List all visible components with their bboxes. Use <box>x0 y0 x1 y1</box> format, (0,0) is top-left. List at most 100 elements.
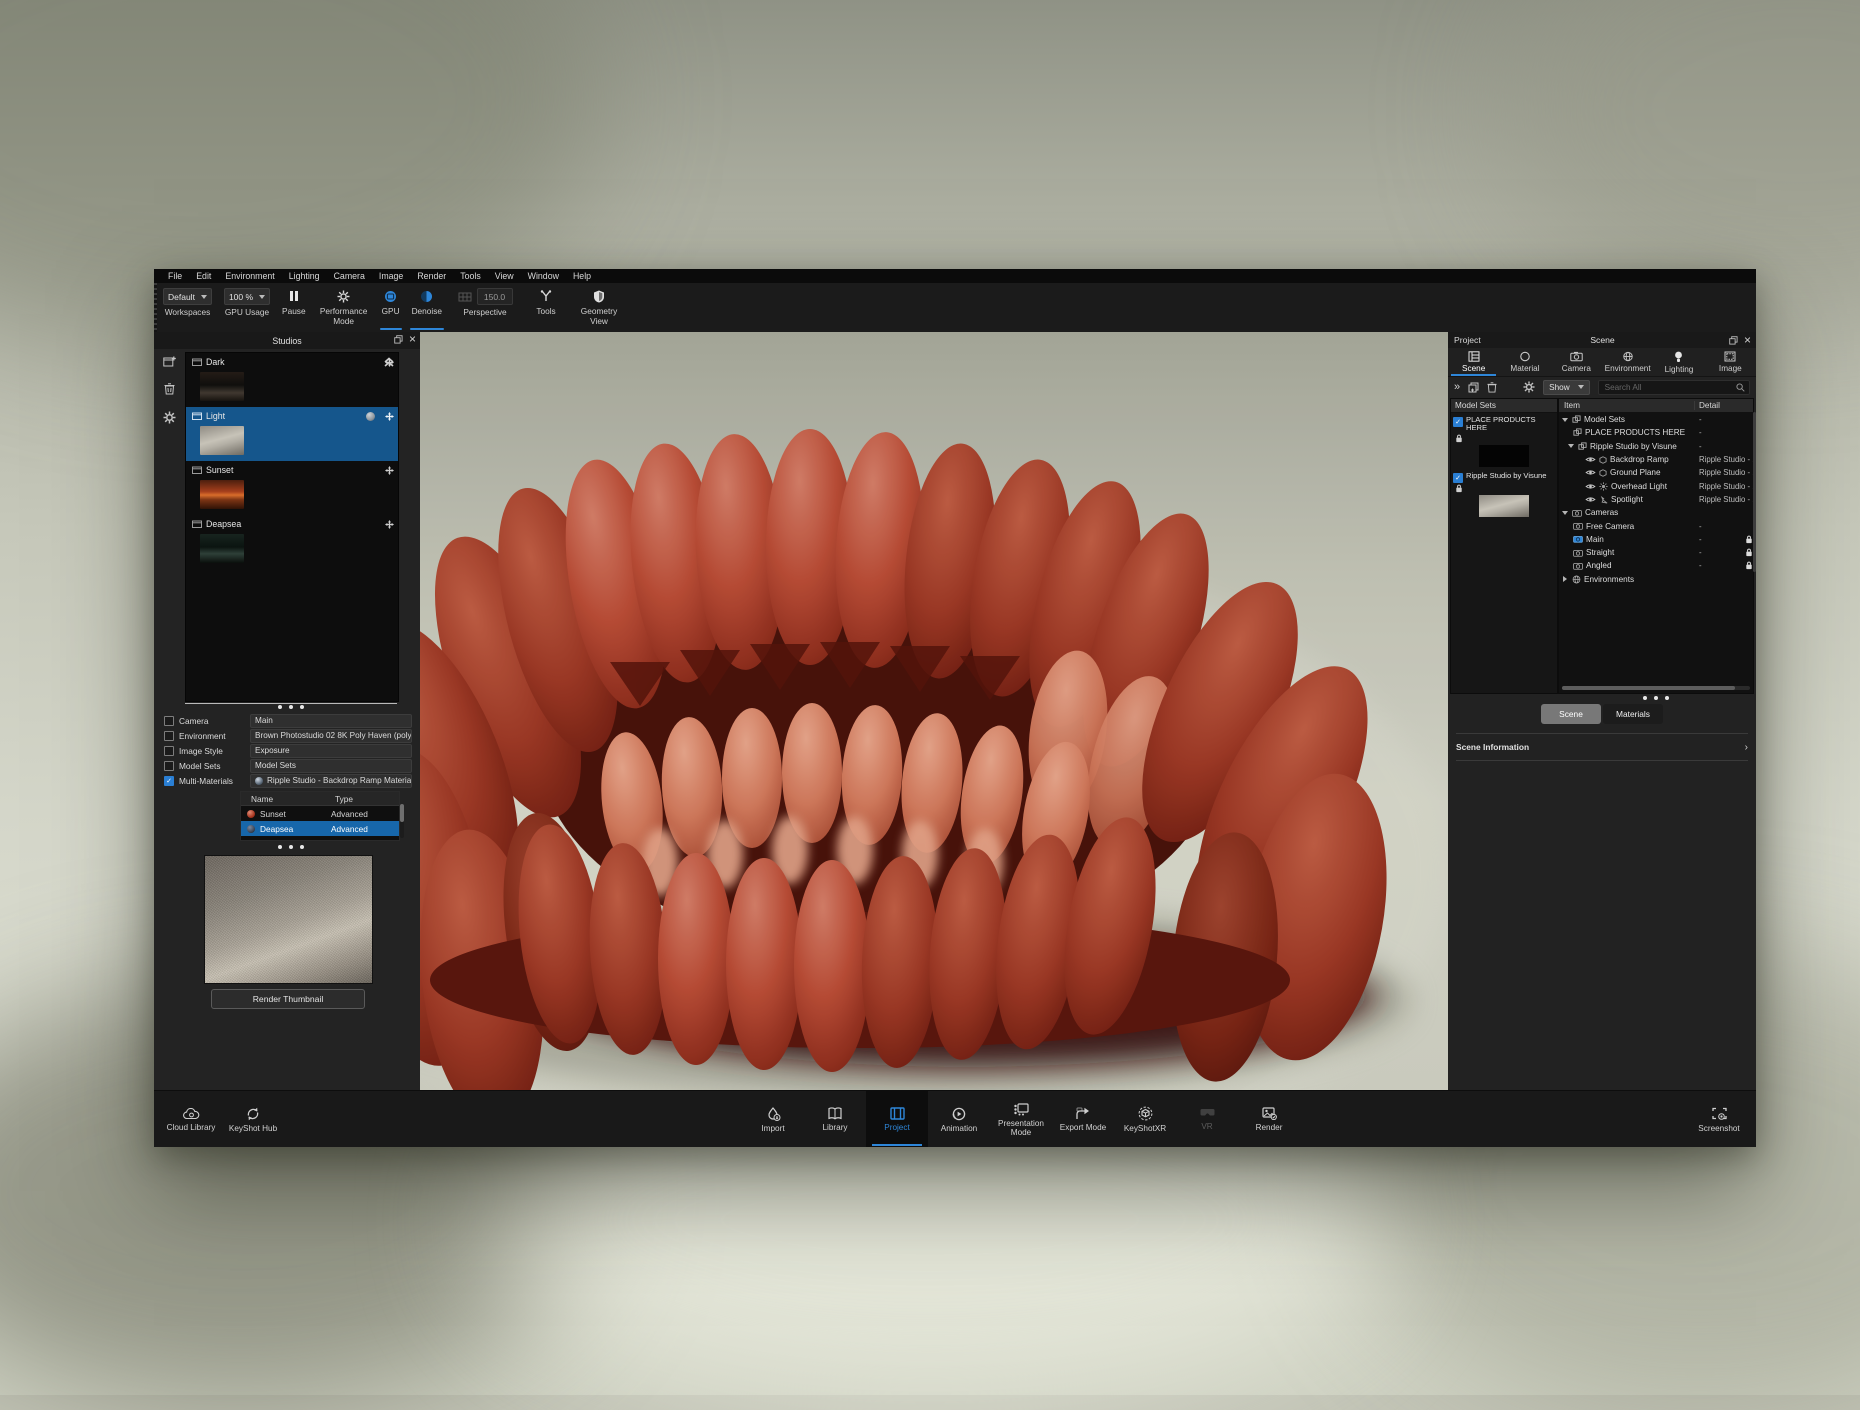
tree-scrollbar-vertical[interactable] <box>1753 412 1756 572</box>
caret-icon[interactable] <box>1561 576 1569 582</box>
studio-settings-gear-icon[interactable] <box>163 411 176 424</box>
multi-materials-select[interactable]: Ripple Studio - Backdrop Ramp Material <box>250 774 412 788</box>
table-row-sunset[interactable]: Sunset Advanced <box>241 806 399 821</box>
table-row-deapsea-selected[interactable]: Deapsea Advanced <box>241 821 399 836</box>
tree-row-ripple-studio[interactable]: Ripple Studio by Visune - <box>1559 440 1753 453</box>
settings-gear-icon[interactable] <box>1523 381 1535 393</box>
delete-studio-icon[interactable] <box>164 383 175 395</box>
eye-icon[interactable] <box>1585 483 1596 490</box>
tab-image[interactable]: Image <box>1705 348 1756 376</box>
studio-item-light-selected[interactable]: Light <box>186 407 398 461</box>
presentation-mode-button[interactable]: Presentation Mode <box>990 1091 1052 1147</box>
model-set-checkbox[interactable]: ✓ <box>1453 417 1463 427</box>
camera-checkbox[interactable] <box>164 716 174 726</box>
tab-environment[interactable]: Environment <box>1602 348 1653 376</box>
studio-thumbnail[interactable] <box>200 480 244 509</box>
lock-icon[interactable] <box>1745 535 1753 544</box>
duplicate-icon[interactable] <box>1468 382 1479 393</box>
tree-row-angled-camera[interactable]: Angled - <box>1559 559 1753 572</box>
import-button[interactable]: Import <box>742 1091 804 1147</box>
page-dots[interactable] <box>1558 696 1754 700</box>
perspective-grid-icon[interactable] <box>458 291 472 303</box>
table-scrollbar[interactable] <box>400 804 404 838</box>
page-dots[interactable] <box>185 705 397 709</box>
gpu-toggle[interactable]: GPU <box>376 283 406 332</box>
menu-render[interactable]: Render <box>410 269 453 283</box>
pin-icon[interactable] <box>385 412 394 421</box>
lock-icon[interactable] <box>1455 434 1555 443</box>
column-detail[interactable]: Detail <box>1695 401 1753 410</box>
menu-edit[interactable]: Edit <box>189 269 218 283</box>
caret-icon[interactable] <box>1567 444 1575 448</box>
studio-update-icon[interactable] <box>366 412 375 421</box>
perspective-value-field[interactable]: 150.0 <box>477 288 513 305</box>
studio-item-dark[interactable]: Dark <box>186 353 398 407</box>
tree-scrollbar-horizontal[interactable] <box>1562 686 1750 690</box>
menu-view[interactable]: View <box>488 269 521 283</box>
denoise-toggle[interactable]: Denoise <box>406 283 448 332</box>
tree-row-main-camera[interactable]: Main - <box>1559 533 1753 546</box>
studio-thumbnail[interactable] <box>200 372 244 401</box>
vr-button-disabled[interactable]: VR <box>1176 1091 1238 1147</box>
multi-materials-checkbox[interactable]: ✓ <box>164 776 174 786</box>
model-set-checkbox[interactable]: ✓ <box>1453 473 1463 483</box>
tree-row-backdrop-ramp[interactable]: Backdrop Ramp Ripple Studio - . <box>1559 453 1753 466</box>
tab-lighting[interactable]: Lighting <box>1653 348 1704 376</box>
pin-icon[interactable] <box>385 466 394 475</box>
image-style-select[interactable]: Exposure <box>250 744 412 758</box>
tab-material[interactable]: Material <box>1499 348 1550 376</box>
column-type[interactable]: Type <box>335 794 399 804</box>
footer-tab-scene[interactable]: Scene <box>1541 704 1601 724</box>
menu-window[interactable]: Window <box>521 269 566 283</box>
tree-row-model-sets[interactable]: Model Sets - <box>1559 413 1753 426</box>
tab-camera[interactable]: Camera <box>1551 348 1602 376</box>
environment-checkbox[interactable] <box>164 731 174 741</box>
column-item[interactable]: Item <box>1559 401 1695 410</box>
pin-icon[interactable] <box>385 520 394 529</box>
close-icon[interactable]: × <box>409 333 416 345</box>
search-input[interactable] <box>1603 382 1736 393</box>
project-panel-header[interactable]: Project Scene × <box>1448 332 1756 348</box>
tree-row-place-products[interactable]: PLACE PRODUCTS HERE - <box>1559 426 1753 439</box>
keyshotxr-button[interactable]: KeyShotXR <box>1114 1091 1176 1147</box>
close-icon[interactable]: × <box>1744 334 1751 346</box>
model-set-ripple-studio[interactable]: ✓ Ripple Studio by Visune <box>1451 469 1557 519</box>
delete-icon[interactable] <box>1487 382 1497 393</box>
tab-scene[interactable]: Scene <box>1448 348 1499 376</box>
menu-camera[interactable]: Camera <box>327 269 372 283</box>
eye-icon[interactable] <box>1585 456 1596 463</box>
geometry-view-button[interactable]: Geometry View <box>570 283 628 332</box>
show-filter-dropdown[interactable]: Show <box>1543 380 1589 395</box>
model-set-place-products[interactable]: ✓ PLACE PRODUCTS HERE <box>1451 413 1557 469</box>
workspaces-dropdown[interactable]: Default <box>163 288 212 305</box>
menu-file[interactable]: File <box>161 269 189 283</box>
menu-help[interactable]: Help <box>566 269 598 283</box>
lock-icon[interactable] <box>1745 548 1753 557</box>
performance-mode-button[interactable]: Performance Mode <box>312 283 376 332</box>
menu-environment[interactable]: Environment <box>218 269 281 283</box>
model-set-thumbnail[interactable] <box>1479 445 1529 467</box>
studio-item-deapsea[interactable]: Deapsea <box>186 515 398 569</box>
screenshot-button[interactable]: Screenshot <box>1688 1091 1750 1147</box>
tools-button[interactable]: Tools <box>522 283 570 332</box>
keyshot-hub-button[interactable]: KeyShot Hub <box>222 1091 284 1147</box>
eye-icon[interactable] <box>1585 496 1596 503</box>
footer-tab-materials[interactable]: Materials <box>1603 704 1663 724</box>
model-sets-select[interactable]: Model Sets <box>250 759 412 773</box>
export-mode-button[interactable]: Export Mode <box>1052 1091 1114 1147</box>
camera-select[interactable]: Main <box>250 714 412 728</box>
tree-row-cameras[interactable]: Cameras <box>1559 506 1753 519</box>
undock-icon[interactable] <box>1729 336 1738 345</box>
studio-item-sunset[interactable]: Sunset <box>186 461 398 515</box>
project-button-active[interactable]: Project <box>866 1091 928 1147</box>
add-studio-icon[interactable] <box>163 356 176 367</box>
tree-row-ground-plane[interactable]: Ground Plane Ripple Studio - . <box>1559 466 1753 479</box>
realtime-viewport[interactable] <box>420 332 1448 1090</box>
caret-icon[interactable] <box>1561 418 1569 422</box>
eye-icon[interactable] <box>1585 469 1596 476</box>
image-style-checkbox[interactable] <box>164 746 174 756</box>
pause-button[interactable]: Pause <box>276 283 312 332</box>
scene-information-expander[interactable]: Scene Information › <box>1456 733 1748 761</box>
studio-thumbnail[interactable] <box>200 534 244 563</box>
pin-icon[interactable] <box>385 358 394 367</box>
